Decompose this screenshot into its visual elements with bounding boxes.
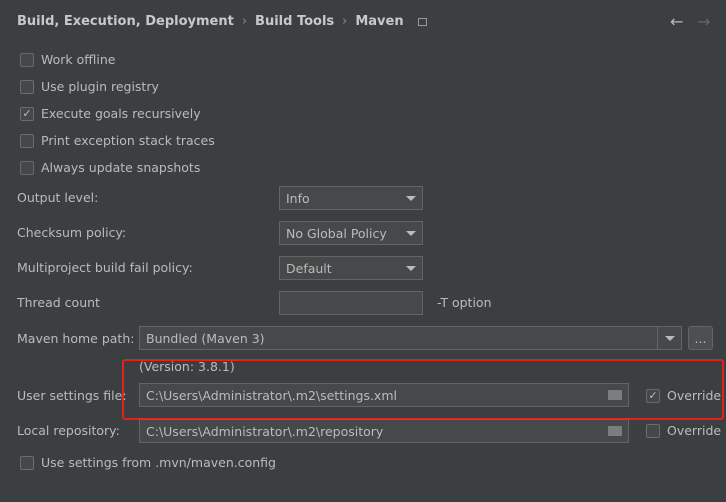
breadcrumb-item: Maven <box>355 14 404 29</box>
chevron-right-icon: › <box>241 14 248 29</box>
chevron-right-icon: › <box>342 14 348 29</box>
local-repo-override-checkbox[interactable]: Override <box>646 423 721 438</box>
maven-home-label: Maven home path: <box>17 331 135 346</box>
checkbox-label: Override <box>667 423 722 438</box>
output-level-label: Output level: <box>17 190 99 205</box>
output-level-dropdown[interactable]: Info <box>279 186 423 210</box>
chevron-down-icon <box>406 195 416 201</box>
chevron-down-icon <box>406 265 416 271</box>
input-value: C:\Users\Administrator\.m2\settings.xml <box>146 387 397 403</box>
checksum-policy-label: Checksum policy: <box>17 225 127 240</box>
thread-count-label: Thread count <box>17 295 100 310</box>
local-repo-input[interactable]: C:\Users\Administrator\.m2\repository <box>139 419 629 443</box>
back-arrow-icon[interactable]: ← <box>670 12 683 31</box>
checkbox-checked[interactable]: ✓ <box>20 106 34 121</box>
checkbox[interactable] <box>20 79 34 94</box>
use-plugin-registry-checkbox[interactable]: Use plugin registry <box>20 79 159 94</box>
execute-goals-recursively-checkbox[interactable]: ✓ Execute goals recursively <box>20 106 201 121</box>
multiproject-dropdown[interactable]: Default <box>279 256 423 280</box>
checkbox-label: Print exception stack traces <box>41 133 215 148</box>
project-scope-icon <box>417 17 427 26</box>
input-value: C:\Users\Administrator\.m2\repository <box>146 423 384 439</box>
dropdown-value: Info <box>286 190 310 206</box>
checkbox[interactable] <box>20 455 34 470</box>
checksum-policy-dropdown[interactable]: No Global Policy <box>279 221 423 245</box>
multiproject-label: Multiproject build fail policy: <box>17 260 193 275</box>
breadcrumb-item[interactable]: Build, Execution, Deployment <box>17 14 234 29</box>
folder-icon[interactable] <box>608 390 622 400</box>
maven-home-combo[interactable]: Bundled (Maven 3) <box>139 326 682 350</box>
local-repo-label: Local repository: <box>17 423 120 438</box>
combo-value: Bundled (Maven 3) <box>146 330 265 346</box>
user-settings-override-checkbox[interactable]: ✓ Override <box>646 388 721 403</box>
forward-arrow-icon[interactable]: → <box>697 12 710 31</box>
checkbox-label: Use settings from .mvn/maven.config <box>41 455 276 470</box>
checkbox-label: Always update snapshots <box>41 160 201 175</box>
thread-count-input[interactable] <box>279 291 423 315</box>
print-exception-checkbox[interactable]: Print exception stack traces <box>20 133 215 148</box>
folder-icon[interactable] <box>608 426 622 436</box>
checkbox-label: Execute goals recursively <box>41 106 201 121</box>
mvn-config-checkbox[interactable]: Use settings from .mvn/maven.config <box>20 455 276 470</box>
checkbox[interactable] <box>20 133 34 148</box>
dropdown-value: Default <box>286 260 332 276</box>
checkbox[interactable] <box>20 52 34 67</box>
chevron-down-icon <box>406 230 416 236</box>
chevron-down-icon <box>664 335 675 341</box>
always-update-snapshots-checkbox[interactable]: Always update snapshots <box>20 160 200 175</box>
user-settings-label: User settings file: <box>17 388 127 403</box>
checkbox-label: Use plugin registry <box>41 79 159 94</box>
breadcrumb: Build, Execution, Deployment › Build Too… <box>17 14 427 29</box>
checkbox-label: Override <box>667 388 722 403</box>
maven-version-text: (Version: 3.8.1) <box>139 359 235 374</box>
browse-button[interactable]: ... <box>688 326 713 350</box>
thread-count-hint: -T option <box>437 295 492 310</box>
checkbox-checked[interactable]: ✓ <box>646 388 660 403</box>
work-offline-checkbox[interactable]: Work offline <box>20 52 115 67</box>
checkbox[interactable] <box>20 160 34 175</box>
dropdown-value: No Global Policy <box>286 225 387 241</box>
checkbox[interactable] <box>646 423 660 438</box>
user-settings-input[interactable]: C:\Users\Administrator\.m2\settings.xml <box>139 383 629 407</box>
combo-arrow-button[interactable] <box>657 327 681 349</box>
breadcrumb-item[interactable]: Build Tools <box>255 14 334 29</box>
checkbox-label: Work offline <box>41 52 116 67</box>
